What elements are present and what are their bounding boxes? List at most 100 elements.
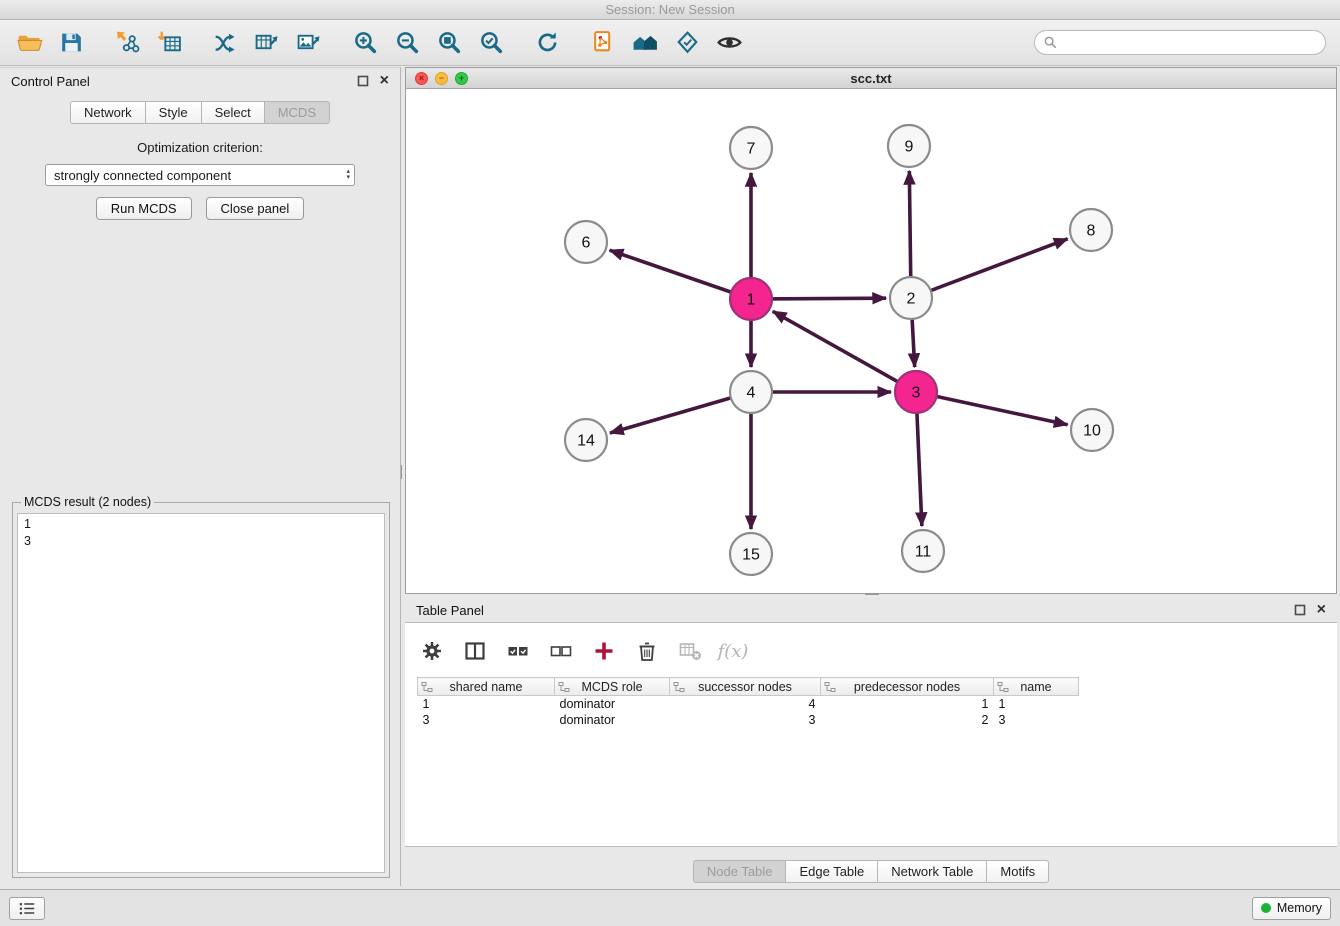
table-toolbar: f(x) (405, 623, 1337, 669)
table-panel: Table Panel × f(x) shared name MCDS role s… (405, 597, 1337, 886)
control-panel-title: Control Panel (11, 74, 90, 89)
import-table-icon[interactable] (154, 28, 184, 58)
control-panel-close-icon[interactable]: × (380, 75, 389, 87)
table-cell: 4 (670, 696, 821, 712)
sort-icon (997, 681, 1009, 693)
save-session-icon[interactable] (56, 28, 86, 58)
tab-select[interactable]: Select (201, 101, 265, 124)
sort-icon (824, 681, 836, 693)
column-header-label: MCDS role (581, 680, 642, 694)
memory-button[interactable]: Memory (1252, 897, 1331, 920)
toolbar-group (112, 28, 184, 58)
tab-node-table[interactable]: Node Table (693, 860, 787, 883)
tab-style[interactable]: Style (145, 101, 202, 124)
node-label: 14 (577, 433, 595, 450)
window-minimize-icon[interactable]: − (435, 72, 448, 85)
tab-motifs[interactable]: Motifs (986, 860, 1049, 883)
network-window-title: scc.txt (850, 71, 891, 86)
tab-network[interactable]: Network (70, 101, 146, 124)
node-9[interactable]: 9 (888, 125, 930, 167)
zoom-out-icon[interactable] (392, 28, 422, 58)
control-panel-float-icon[interactable] (357, 75, 369, 87)
deselect-all-icon[interactable] (548, 638, 574, 664)
tab-edge-table[interactable]: Edge Table (785, 860, 878, 883)
import-network-icon[interactable] (112, 28, 142, 58)
table-cell: 3 (670, 712, 821, 728)
node-7[interactable]: 7 (730, 127, 772, 169)
eye-icon[interactable] (714, 28, 744, 58)
run-mcds-button[interactable]: Run MCDS (96, 197, 192, 220)
table-row[interactable]: 1dominator411 (418, 696, 1330, 712)
column-header-successor-nodes[interactable]: successor nodes (670, 678, 821, 696)
zoom-selected-icon[interactable] (476, 28, 506, 58)
node-label: 8 (1087, 223, 1096, 240)
window-zoom-icon[interactable]: + (455, 72, 468, 85)
node-1[interactable]: 1 (730, 278, 772, 320)
table-panel-float-icon[interactable] (1294, 604, 1306, 616)
export-table-icon[interactable] (252, 28, 282, 58)
node-label: 4 (747, 385, 756, 402)
edge-1-6[interactable] (610, 250, 751, 299)
table-cell: 3 (418, 712, 555, 728)
open-file-icon[interactable] (14, 28, 44, 58)
node-6[interactable]: 6 (565, 221, 607, 263)
node-label: 11 (915, 544, 932, 561)
tab-network-table[interactable]: Network Table (877, 860, 987, 883)
node-label: 3 (912, 385, 921, 402)
column-header-name[interactable]: name (994, 678, 1079, 696)
zoom-in-icon[interactable] (350, 28, 380, 58)
edge-3-1[interactable] (773, 311, 916, 392)
table-panel-header: Table Panel × (405, 597, 1337, 623)
close-panel-button[interactable]: Close panel (206, 197, 305, 220)
mcds-panel-content: Optimization criterion: strongly connect… (0, 140, 400, 220)
edge-2-8[interactable] (911, 239, 1068, 298)
control-panel-header: Control Panel × (0, 68, 400, 94)
delete-row-icon[interactable] (634, 638, 660, 664)
node-3[interactable]: 3 (895, 371, 937, 413)
network-window-titlebar: × − + scc.txt (406, 68, 1336, 89)
node-2[interactable]: 2 (890, 277, 932, 319)
node-label: 15 (742, 547, 760, 564)
table-cell: 3 (994, 712, 1079, 728)
column-header-predecessor-nodes[interactable]: predecessor nodes (821, 678, 994, 696)
node-8[interactable]: 8 (1070, 209, 1112, 251)
refresh-icon[interactable] (532, 28, 562, 58)
fit-home-icon[interactable] (630, 28, 660, 58)
apply-style-icon[interactable] (672, 28, 702, 58)
table-panel-close-icon[interactable]: × (1317, 604, 1326, 616)
show-columns-icon[interactable] (462, 638, 488, 664)
graph-canvas[interactable]: 7 9 6 8 1 2 4 3 14 10 15 11 (406, 89, 1336, 593)
sort-icon (673, 681, 685, 693)
select-all-icon[interactable] (505, 638, 531, 664)
export-network-icon[interactable] (210, 28, 240, 58)
node-label: 9 (905, 139, 914, 156)
node-label: 1 (747, 292, 756, 309)
node-label: 10 (1083, 423, 1101, 440)
mcds-result-list[interactable]: 13 (17, 513, 385, 873)
toolbar-icon-groups (14, 28, 744, 58)
optimization-label: Optimization criterion: (0, 140, 400, 155)
node-4[interactable]: 4 (730, 371, 772, 413)
edge-3-10[interactable] (916, 392, 1068, 425)
network-canvas-area: 7 9 6 8 1 2 4 3 14 10 15 11 (406, 89, 1336, 593)
node-15[interactable]: 15 (730, 533, 772, 575)
table-cell: 1 (994, 696, 1079, 712)
add-row-icon[interactable] (591, 638, 617, 664)
column-header-MCDS-role[interactable]: MCDS role (555, 678, 670, 696)
node-11[interactable]: 11 (902, 530, 944, 572)
node-10[interactable]: 10 (1071, 409, 1113, 451)
table-cell: 2 (821, 712, 994, 728)
tab-mcds[interactable]: MCDS (264, 101, 330, 124)
export-image-icon[interactable] (294, 28, 324, 58)
column-header-shared-name[interactable]: shared name (418, 678, 555, 696)
show-graphics-details-icon[interactable] (588, 28, 618, 58)
column-settings-icon[interactable] (419, 638, 445, 664)
search-input[interactable] (1034, 30, 1326, 55)
node-14[interactable]: 14 (565, 419, 607, 461)
table-row[interactable]: 3dominator323 (418, 712, 1330, 728)
criterion-select[interactable]: strongly connected component ▴▾ (45, 164, 355, 186)
criterion-value: strongly connected component (54, 168, 231, 183)
window-close-icon[interactable]: × (415, 72, 428, 85)
zoom-fit-icon[interactable] (434, 28, 464, 58)
task-history-button[interactable] (9, 897, 45, 920)
